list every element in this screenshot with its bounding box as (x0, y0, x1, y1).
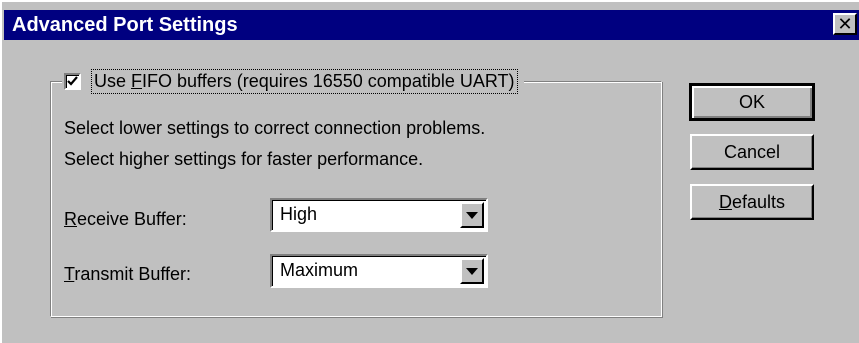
transmit-buffer-dropdown-button[interactable] (460, 258, 484, 284)
receive-label-mnemonic: R (64, 209, 77, 229)
receive-buffer-select[interactable]: High (270, 198, 488, 232)
receive-buffer-label: Receive Buffer: (64, 209, 187, 230)
transmit-label-mnemonic: T (64, 264, 75, 284)
fifo-label-mnemonic: F (131, 70, 143, 91)
transmit-buffer-label: Transmit Buffer: (64, 264, 191, 285)
close-button[interactable]: ✕ (833, 13, 857, 35)
checkmark-icon (67, 76, 78, 86)
window-title: Advanced Port Settings (12, 13, 238, 36)
fifo-checkbox[interactable] (64, 72, 81, 90)
defaults-button[interactable]: Defaults (690, 184, 814, 220)
fifo-label-suffix: IFO buffers (requires 16550 compatible U… (142, 70, 515, 91)
advanced-port-settings-dialog: Advanced Port Settings ✕ Use FIFO buffer… (0, 0, 859, 343)
chevron-down-icon (466, 211, 478, 219)
transmit-buffer-value: Maximum (280, 260, 359, 280)
chevron-down-icon (466, 267, 478, 275)
receive-label-rest: eceive Buffer: (77, 209, 187, 229)
description-line-1: Select lower settings to correct connect… (64, 118, 486, 138)
close-icon: ✕ (837, 14, 853, 34)
fifo-checkbox-label[interactable]: Use FIFO buffers (requires 16550 compati… (91, 68, 518, 94)
fifo-checkbox-row[interactable]: Use FIFO buffers (requires 16550 compati… (62, 66, 524, 96)
defaults-label-rest: efaults (731, 191, 786, 212)
transmit-buffer-select[interactable]: Maximum (270, 254, 488, 288)
fifo-label-prefix: Use (94, 70, 132, 91)
defaults-label-mnemonic: D (718, 191, 732, 212)
cancel-button[interactable]: Cancel (690, 134, 814, 170)
receive-buffer-value: High (280, 204, 318, 224)
ok-button[interactable]: OK (689, 83, 815, 121)
receive-buffer-dropdown-button[interactable] (460, 202, 484, 228)
title-bar[interactable]: Advanced Port Settings ✕ (4, 10, 859, 40)
description-line-2: Select higher settings for faster perfor… (64, 149, 424, 169)
transmit-label-rest: ransmit Buffer: (74, 264, 192, 284)
